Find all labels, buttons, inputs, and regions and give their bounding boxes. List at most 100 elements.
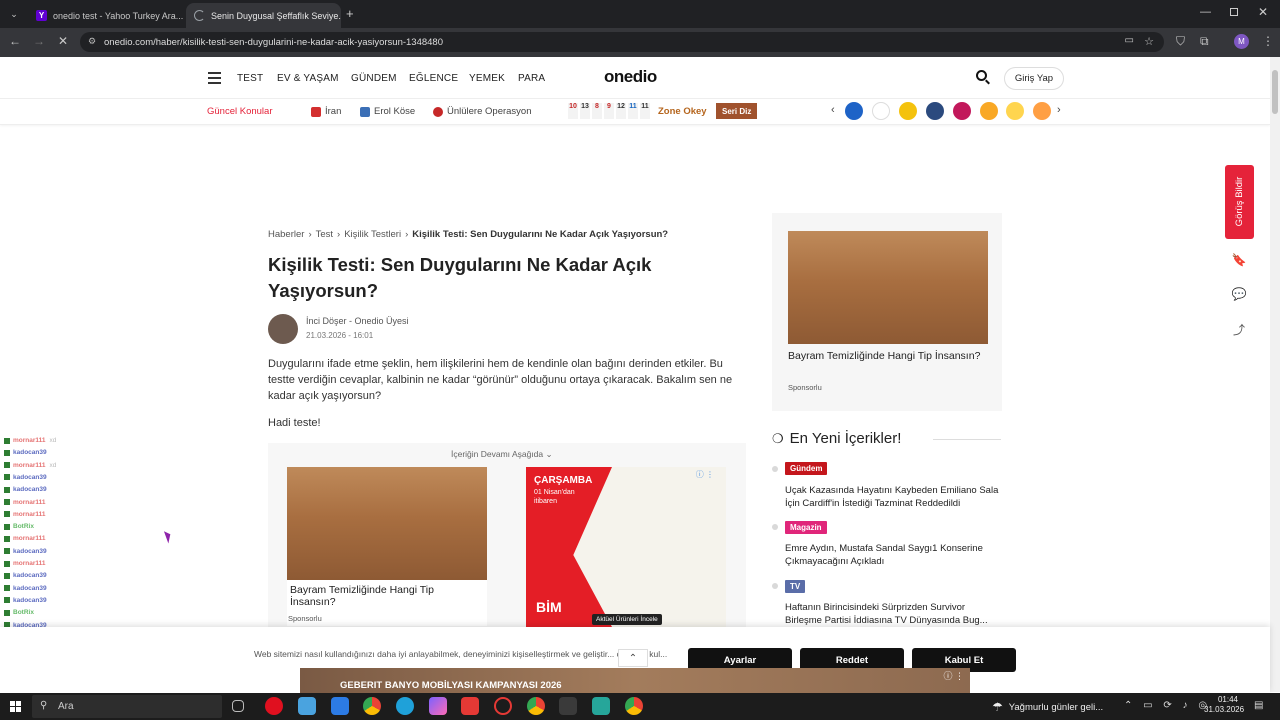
author-avatar[interactable] bbox=[268, 314, 298, 344]
nav-yemek[interactable]: YEMEK bbox=[469, 73, 505, 84]
site-info-icon[interactable]: ⚙ bbox=[88, 36, 96, 47]
scrollbar-thumb[interactable] bbox=[1272, 70, 1278, 114]
sidebar-ad-title[interactable]: Bayram Temizliğinde Hangi Tip İnsansın? bbox=[788, 350, 983, 362]
article-cta: Hadi teste! bbox=[268, 417, 321, 429]
chevron-left-icon[interactable]: ‹ bbox=[831, 104, 835, 116]
page-scrollbar[interactable] bbox=[1270, 57, 1280, 692]
edge-icon[interactable] bbox=[396, 697, 414, 715]
profile-avatar[interactable]: M bbox=[1234, 34, 1249, 49]
news-item-3[interactable]: Haftanın Birincisindeki Sürprizden Survi… bbox=[785, 601, 1003, 627]
nav-ev-yasam[interactable]: EV & YAŞAM bbox=[277, 73, 339, 84]
extensions-icon[interactable]: ⧉ bbox=[1200, 34, 1209, 49]
category-badge-tv[interactable]: TV bbox=[785, 580, 806, 593]
nav-test[interactable]: TEST bbox=[237, 73, 263, 84]
partner-logo-7[interactable] bbox=[1006, 102, 1024, 120]
partner-logo-5[interactable] bbox=[953, 102, 971, 120]
tab-yahoo[interactable]: Y onedio test - Yahoo Turkey Ara... ✕ bbox=[28, 3, 183, 28]
trend-item-iran[interactable]: İran bbox=[311, 106, 341, 117]
cookie-collapse-button[interactable]: ⌃ bbox=[618, 649, 648, 667]
category-badge-magazin[interactable]: Magazin bbox=[785, 521, 827, 534]
chrome-profile-icon[interactable] bbox=[625, 697, 643, 715]
minimize-icon[interactable]: — bbox=[1200, 6, 1211, 18]
news-item-1[interactable]: Uçak Kazasında Hayatını Kaybeden Emilian… bbox=[785, 484, 1003, 510]
breadcrumb-haberler[interactable]: Haberler bbox=[268, 229, 304, 240]
adchoices-icon[interactable]: ⓘ ⋮ bbox=[943, 669, 964, 682]
bookmark-icon[interactable]: 🔖 bbox=[1230, 251, 1248, 269]
close-window-icon[interactable]: ✕ bbox=[1258, 5, 1268, 19]
clock[interactable]: 01:44 31.03.2026 bbox=[1204, 695, 1244, 715]
chat-username: kadocan39 bbox=[13, 572, 47, 580]
trend-label: Erol Köse bbox=[374, 106, 416, 117]
app-icon-7[interactable] bbox=[461, 697, 479, 715]
share-icon[interactable]: ⤴ bbox=[1230, 320, 1248, 338]
hamburger-menu-icon[interactable] bbox=[208, 72, 221, 84]
chevron-right-icon[interactable]: › bbox=[1057, 104, 1061, 116]
back-icon[interactable]: ← bbox=[9, 34, 21, 48]
geberit-banner-ad[interactable]: GEBERIT BANYO MOBİLYASI KAMPANYASI 2026 … bbox=[300, 668, 970, 693]
breadcrumb-test[interactable]: Test bbox=[316, 229, 333, 240]
cast-icon[interactable]: ▭ bbox=[1125, 35, 1134, 46]
stop-icon[interactable]: ✕ bbox=[58, 34, 68, 48]
news-item-2[interactable]: Emre Aydın, Mustafa Sandal Saygı1 Konser… bbox=[785, 542, 1003, 568]
category-badge-gundem[interactable]: Gündem bbox=[785, 462, 828, 475]
tab-search-button[interactable]: ⌄ bbox=[6, 6, 22, 22]
partner-logo-1[interactable] bbox=[845, 102, 863, 120]
nav-para[interactable]: PARA bbox=[518, 73, 545, 84]
nav-gundem[interactable]: GÜNDEM bbox=[351, 73, 397, 84]
url-bar[interactable]: ⚙ onedio.com/haber/kisilik-testi-sen-duy… bbox=[80, 32, 1164, 52]
rain-cloud-icon: ☂ bbox=[992, 700, 1003, 714]
forward-icon[interactable]: → bbox=[33, 34, 45, 48]
task-view-icon[interactable] bbox=[232, 700, 244, 712]
bim-cta-button[interactable]: Aktüel Ürünleri İncele bbox=[592, 614, 662, 625]
opera-gx-icon[interactable] bbox=[494, 697, 512, 715]
ad-title[interactable]: Bayram Temizliğinde Hangi Tip İnsansın? bbox=[290, 584, 480, 608]
partner-logo-2[interactable] bbox=[872, 102, 890, 120]
trend-label: Ünlülere Operasyon bbox=[447, 106, 532, 117]
copilot-icon[interactable] bbox=[429, 697, 447, 715]
site-logo[interactable]: onedio bbox=[604, 67, 657, 87]
partner-logo-6[interactable] bbox=[980, 102, 998, 120]
opera-icon[interactable] bbox=[265, 697, 283, 715]
feedback-button[interactable]: Görüş Bildir bbox=[1225, 165, 1254, 239]
windows-start-icon[interactable] bbox=[10, 701, 21, 712]
chat-badge-icon bbox=[4, 609, 10, 616]
trend-item-erol-kose[interactable]: Erol Köse bbox=[360, 106, 415, 117]
partner-logo-4[interactable] bbox=[926, 102, 944, 120]
chat-badge-icon bbox=[4, 449, 10, 456]
app-icon-11[interactable] bbox=[592, 697, 610, 715]
app-icon-3[interactable] bbox=[331, 697, 349, 715]
bim-date: 01 Nisan'dan itibaren bbox=[534, 489, 575, 505]
adchoices-icon[interactable]: ⓘ ⋮ bbox=[696, 469, 714, 480]
chrome-icon[interactable] bbox=[363, 697, 381, 715]
partner-logo-3[interactable] bbox=[899, 102, 917, 120]
chrome-active-icon[interactable] bbox=[527, 697, 545, 715]
seri-diz-button[interactable]: Seri Diz bbox=[716, 103, 758, 119]
okey-tiles[interactable]: 10 13 8 9 12 11 11 bbox=[568, 103, 650, 119]
zone-okey-link[interactable]: Zone Okey bbox=[658, 106, 707, 117]
taskbar-search[interactable]: ⚲ Ara bbox=[32, 695, 222, 718]
weather-widget[interactable]: ☂ Yağmurlu günler geli... bbox=[992, 700, 1103, 714]
bim-ad[interactable]: ÇARŞAMBA 01 Nisan'dan itibaren BİM Aktüe… bbox=[526, 467, 726, 627]
comments-icon[interactable]: 💬 bbox=[1230, 285, 1248, 303]
new-tab-button[interactable]: + bbox=[346, 6, 354, 21]
app-icon-2[interactable] bbox=[298, 697, 316, 715]
author-name[interactable]: İnci Döşer bbox=[306, 316, 347, 326]
trend-item-unlulere-operasyon[interactable]: Ünlülere Operasyon bbox=[433, 106, 532, 117]
tab-onedio[interactable]: Senin Duygusal Şeffaflık Seviye... ✕ bbox=[186, 3, 341, 28]
partner-logo-8[interactable] bbox=[1033, 102, 1051, 120]
chat-badge-icon bbox=[4, 511, 10, 518]
sidebar-ad-image[interactable] bbox=[788, 231, 988, 344]
nav-eglence[interactable]: EĞLENCE bbox=[409, 73, 458, 84]
bookmark-star-icon[interactable]: ☆ bbox=[1144, 35, 1154, 48]
menu-dots-icon[interactable]: ⋮ bbox=[1262, 34, 1274, 48]
calculator-icon[interactable] bbox=[559, 697, 577, 715]
ad-image-cleaning[interactable] bbox=[287, 467, 487, 580]
restore-icon[interactable] bbox=[1230, 8, 1238, 16]
tray-icons[interactable]: ⌃ ▭ ⟳ ♪ ◎ bbox=[1124, 700, 1211, 711]
continue-reading-label[interactable]: İçeriğin Devamı Aşağıda ⌄ bbox=[451, 449, 553, 460]
login-button[interactable]: Giriş Yap bbox=[1004, 67, 1064, 90]
shield-extension-icon[interactable]: ⛉ bbox=[1176, 34, 1185, 49]
notifications-icon[interactable]: ▤ bbox=[1254, 700, 1263, 711]
breadcrumb-kisilik-testleri[interactable]: Kişilik Testleri bbox=[344, 229, 401, 240]
chat-message: BotRix bbox=[4, 523, 38, 530]
